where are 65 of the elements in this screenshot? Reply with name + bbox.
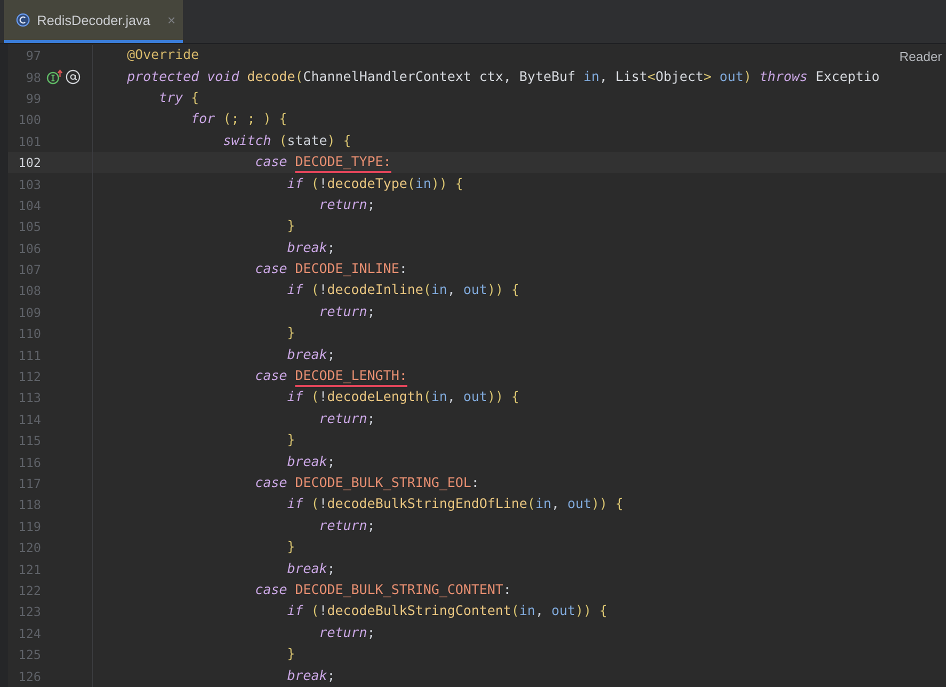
code-line: @Override bbox=[126, 48, 200, 64]
code-line: case DECODE_BULK_STRING_EOL: bbox=[254, 476, 480, 491]
code-line: } bbox=[286, 219, 296, 234]
line-number: 124 bbox=[17, 626, 41, 641]
line-number: 119 bbox=[17, 518, 41, 534]
line-number: 106 bbox=[17, 240, 41, 256]
code-line: break; bbox=[286, 668, 336, 684]
code-line: case DECODE_LENGTH: bbox=[254, 369, 408, 384]
line-number: 110 bbox=[17, 326, 41, 342]
line-number: 100 bbox=[17, 112, 41, 128]
code-line: if (!decodeBulkStringEndOfLine(in, out)) { bbox=[286, 497, 624, 512]
code-line: } bbox=[286, 647, 296, 662]
line-number: 121 bbox=[17, 562, 41, 577]
line-number: 103 bbox=[17, 176, 41, 192]
code-line: case DECODE_TYPE: bbox=[254, 155, 392, 170]
line-number: 109 bbox=[17, 304, 41, 320]
code-line: return; bbox=[318, 518, 376, 534]
code-line: try { bbox=[158, 90, 200, 106]
line-number: 114 bbox=[17, 412, 41, 427]
code-line: case DECODE_BULK_STRING_CONTENT: bbox=[254, 582, 512, 598]
code-line: break; bbox=[286, 562, 336, 577]
code-line: if (!decodeBulkStringContent(in, out)) { bbox=[286, 604, 608, 620]
line-number: 99 bbox=[24, 90, 41, 106]
code-line: return; bbox=[318, 198, 376, 213]
line-number: 105 bbox=[17, 219, 41, 234]
code-line: break; bbox=[286, 454, 336, 470]
line-number: 111 bbox=[17, 348, 41, 363]
line-number: 118 bbox=[17, 497, 41, 512]
line-number: 107 bbox=[17, 262, 41, 278]
line-number: 125 bbox=[17, 647, 41, 662]
code-line: switch (state) { bbox=[222, 134, 352, 149]
code-line: for (; ; ) { bbox=[190, 112, 288, 128]
line-number: 126 bbox=[17, 668, 41, 684]
code-line: } bbox=[286, 433, 296, 448]
implements-icon[interactable] bbox=[46, 69, 64, 86]
line-number: 122 bbox=[17, 582, 41, 598]
line-number: 97 bbox=[24, 48, 41, 64]
code-line: } bbox=[286, 540, 296, 556]
class-icon bbox=[16, 13, 30, 27]
code-line: break; bbox=[286, 348, 336, 363]
code-line: } bbox=[286, 326, 296, 342]
line-number: 116 bbox=[17, 454, 41, 470]
code-line: protected void decode(ChannelHandlerContext ctx, ByteBuf in, List<Object> out) throws Exceptio bbox=[126, 70, 880, 85]
reader-mode-label[interactable]: Reader bbox=[897, 49, 944, 64]
code-line: if (!decodeLength(in, out)) { bbox=[286, 390, 520, 406]
line-number: 108 bbox=[17, 283, 41, 298]
line-number: 120 bbox=[17, 540, 41, 556]
line-number: 113 bbox=[17, 390, 41, 406]
code-line: return; bbox=[318, 626, 376, 641]
code-line: break; bbox=[286, 240, 336, 256]
line-number: 104 bbox=[17, 198, 41, 213]
line-number: 102 bbox=[17, 155, 41, 170]
line-number: 115 bbox=[17, 433, 41, 448]
code-line: return; bbox=[318, 412, 376, 427]
line-number: 98 bbox=[24, 70, 41, 85]
line-number: 123 bbox=[17, 604, 41, 620]
code-line: if (!decodeType(in)) { bbox=[286, 176, 464, 192]
line-number: 112 bbox=[17, 369, 41, 384]
code-line: case DECODE_INLINE: bbox=[254, 262, 408, 278]
code-line: return; bbox=[318, 304, 376, 320]
code-line: if (!decodeInline(in, out)) { bbox=[286, 283, 520, 298]
line-number: 101 bbox=[17, 134, 41, 149]
file-tab[interactable]: RedisDecoder.java × bbox=[4, 0, 183, 43]
line-number: 117 bbox=[17, 476, 41, 491]
at-sign-icon[interactable] bbox=[65, 69, 81, 86]
